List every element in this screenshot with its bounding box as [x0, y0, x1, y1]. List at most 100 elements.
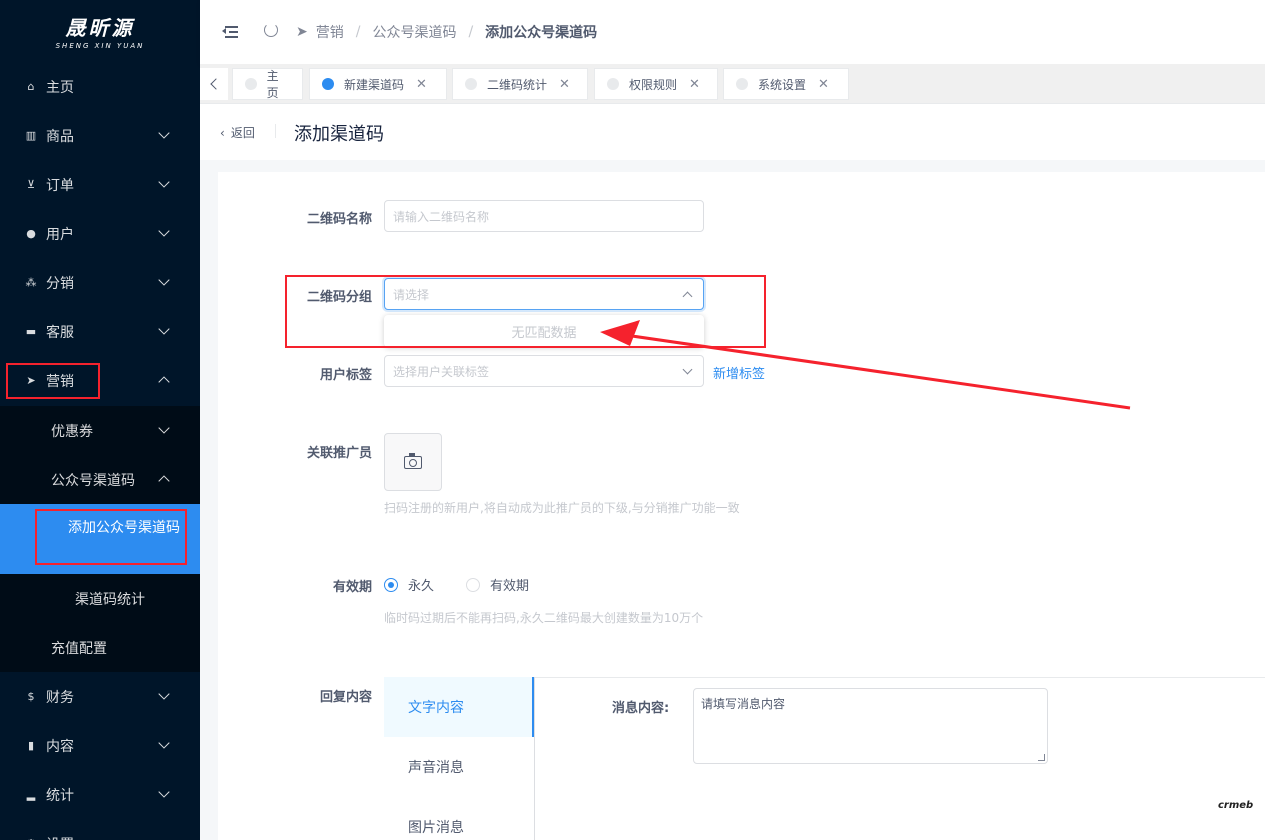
chevron-down-icon: [158, 176, 170, 188]
breadcrumb: ➤ 营销 / 公众号渠道码 / 添加公众号渠道码: [296, 22, 598, 42]
cart-icon: ⊻: [26, 178, 36, 191]
top-header: ➤ 营销 / 公众号渠道码 / 添加公众号渠道码: [200, 0, 1265, 64]
breadcrumb-item[interactable]: 营销: [316, 22, 344, 42]
user-tag-placeholder: 选择用户关联标签: [393, 364, 490, 379]
home-icon: ⌂: [27, 80, 35, 93]
tab-label: 二维码统计: [487, 77, 548, 92]
sidebar-item-label: 客服: [46, 324, 74, 341]
tab-dot: [245, 78, 257, 90]
tab-dot: [465, 78, 477, 90]
qr-name-label: 二维码名称: [306, 212, 372, 227]
tab-new-channel[interactable]: 新建渠道码 ✕: [309, 68, 447, 100]
send-icon: ➤: [296, 24, 308, 40]
tab-qr-stats[interactable]: 二维码统计 ✕: [452, 68, 588, 100]
qr-group-label: 二维码分组: [306, 290, 372, 305]
chevron-left-icon: ‹: [220, 126, 225, 140]
tab-permissions[interactable]: 权限规则 ✕: [594, 68, 718, 100]
logo[interactable]: 晟昕源 SHENG XIN YUAN: [0, 0, 200, 62]
sidebar-item-settings[interactable]: ⚙ 设置: [0, 819, 200, 840]
dollar-icon: $: [27, 690, 35, 703]
back-button[interactable]: ‹ 返回: [220, 124, 255, 141]
user-icon: ●: [26, 227, 36, 240]
chevron-down-icon: [158, 688, 170, 700]
message-label: 消息内容:: [612, 701, 670, 716]
sidebar-item-users[interactable]: ● 用户: [0, 209, 200, 258]
sidebar-item-marketing[interactable]: ➤ 营销: [0, 356, 200, 405]
chevron-down-icon: [158, 786, 170, 798]
sidebar-item-add-channel[interactable]: 添加公众号渠道码: [0, 504, 200, 574]
sidebar-item-label: 渠道码统计: [75, 591, 145, 608]
reply-type-voice[interactable]: 声音消息: [384, 737, 534, 797]
message-textarea[interactable]: 请填写消息内容: [693, 688, 1048, 764]
breadcrumb-current: 添加公众号渠道码: [485, 25, 598, 41]
chat-icon: ▬: [25, 325, 37, 338]
chevron-down-icon: [158, 323, 170, 335]
qr-group-placeholder: 请选择: [393, 287, 430, 302]
tab-dot: [607, 78, 619, 90]
sidebar-item-label: 添加公众号渠道码: [68, 520, 180, 536]
sidebar-item-label: 充值配置: [51, 640, 107, 657]
page-title: 添加渠道码: [294, 124, 384, 145]
refresh-icon[interactable]: [264, 23, 278, 37]
user-tag-select[interactable]: 选择用户关联标签: [384, 355, 704, 387]
tab-system-settings[interactable]: 系统设置 ✕: [723, 68, 849, 100]
sidebar-item-goods[interactable]: ▥ 商品: [0, 111, 200, 160]
sidebar-item-home[interactable]: ⌂ 主页: [0, 62, 200, 111]
close-icon[interactable]: ✕: [416, 77, 427, 92]
tab-label: 主页: [266, 69, 279, 100]
radio-checked: [384, 577, 398, 592]
promoter-upload-button[interactable]: [384, 433, 442, 491]
sidebar-item-content[interactable]: ▮ 内容: [0, 721, 200, 770]
tab-home[interactable]: 主页: [232, 68, 303, 100]
chevron-down-icon: [158, 274, 170, 286]
back-label: 返回: [230, 126, 255, 140]
dropdown-empty-text: 无匹配数据: [511, 325, 577, 341]
breadcrumb-item[interactable]: 公众号渠道码: [372, 22, 456, 42]
sidebar-item-label: 营销: [46, 373, 74, 390]
tab-dot-active: [322, 78, 334, 90]
logo-subtext: SHENG XIN YUAN: [55, 42, 145, 50]
add-tag-link[interactable]: 新增标签: [713, 363, 765, 382]
tabs-scroll-left-button[interactable]: [200, 68, 228, 100]
book-icon: ▮: [27, 739, 35, 752]
sidebar-item-coupon[interactable]: 优惠券: [0, 406, 200, 455]
qr-group-select[interactable]: 请选择: [384, 278, 704, 310]
validity-period-radio[interactable]: 有效期: [466, 575, 529, 594]
sidebar-item-distribution[interactable]: ⁂ 分销: [0, 258, 200, 307]
sidebar: 晟昕源 SHENG XIN YUAN ⌂ 主页 ▥ 商品 ⊻ 订单 ● 用户 ⁂…: [0, 0, 200, 840]
radio-unchecked: [466, 577, 480, 592]
qr-name-input[interactable]: 请输入二维码名称: [384, 200, 704, 232]
sidebar-item-channel[interactable]: 公众号渠道码: [0, 455, 200, 504]
sidebar-item-orders[interactable]: ⊻ 订单: [0, 160, 200, 209]
page-header: ‹ 返回 添加渠道码: [200, 104, 1265, 160]
sidebar-item-service[interactable]: ▬ 客服: [0, 307, 200, 356]
logo-text: 晟昕源: [65, 16, 135, 40]
qr-name-placeholder: 请输入二维码名称: [393, 209, 490, 224]
reply-label: 回复内容: [319, 690, 372, 705]
sidebar-item-label: 内容: [46, 738, 74, 755]
chevron-down-icon: [158, 422, 170, 434]
chevron-up-icon: [682, 291, 693, 302]
close-icon[interactable]: ✕: [689, 77, 700, 92]
validity-permanent-radio[interactable]: 永久: [384, 575, 434, 594]
menu-fold-icon[interactable]: [222, 25, 238, 39]
reply-type-text[interactable]: 文字内容: [384, 677, 534, 737]
sidebar-item-label: 订单: [46, 177, 74, 194]
qr-group-dropdown: 无匹配数据: [384, 315, 704, 347]
sidebar-item-label: 优惠券: [51, 423, 93, 440]
chevron-up-icon: [158, 475, 170, 487]
reply-type-image[interactable]: 图片消息: [384, 797, 534, 840]
validity-label: 有效期: [332, 580, 372, 595]
sidebar-item-finance[interactable]: $ 财务: [0, 672, 200, 721]
chevron-left-icon: [210, 78, 222, 90]
sidebar-item-channel-stats[interactable]: 渠道码统计: [0, 574, 200, 623]
sidebar-item-stats[interactable]: ▂ 统计: [0, 770, 200, 819]
chevron-down-icon: [158, 737, 170, 749]
shop-icon: ▥: [25, 129, 37, 142]
reply-type-menu: 文字内容 声音消息 图片消息: [384, 677, 535, 840]
close-icon[interactable]: ✕: [559, 77, 570, 92]
close-icon[interactable]: ✕: [818, 77, 829, 92]
chevron-down-icon: [158, 127, 170, 139]
sidebar-item-recharge[interactable]: 充值配置: [0, 623, 200, 672]
sidebar-item-label: 统计: [46, 787, 74, 804]
